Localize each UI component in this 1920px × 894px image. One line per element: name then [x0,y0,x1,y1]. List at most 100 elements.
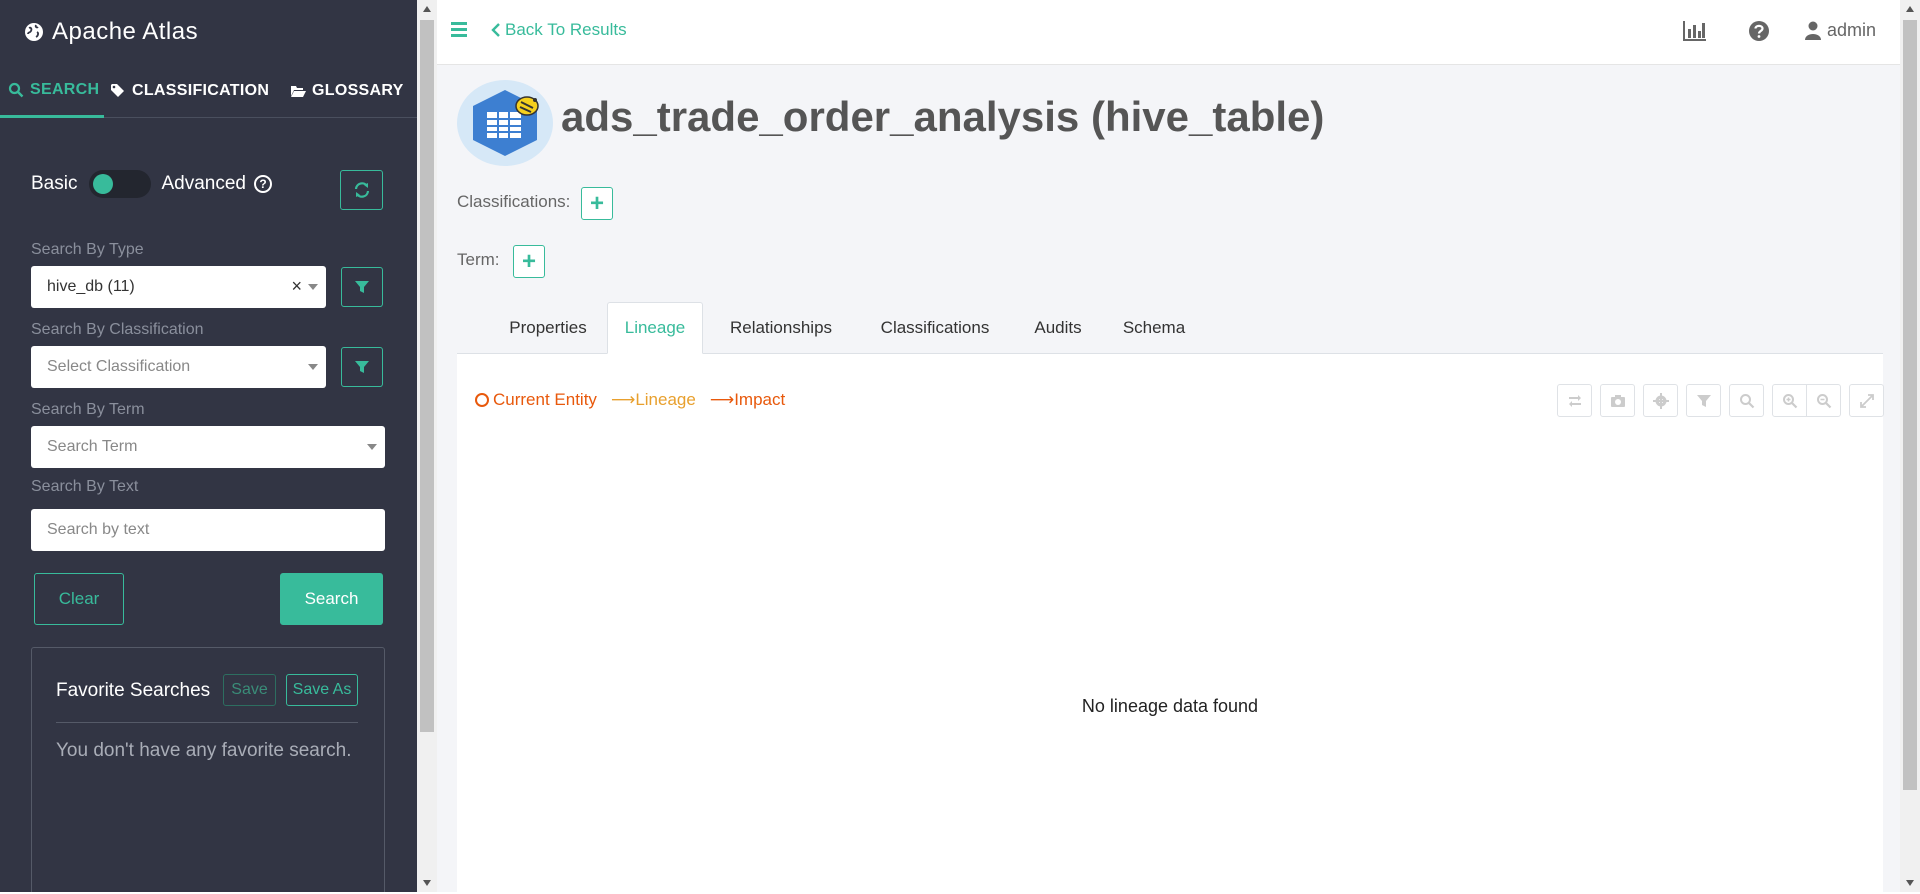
tab-properties[interactable]: Properties [493,302,603,354]
fullscreen-button[interactable] [1849,384,1884,417]
add-term-button[interactable]: + [513,245,545,278]
statistics-button[interactable] [1683,20,1707,47]
term-select[interactable]: Search Term [31,426,385,468]
expand-icon [1859,393,1874,408]
app-title: Apache Atlas [52,18,199,45]
lineage-settings-button[interactable] [1643,384,1678,417]
scroll-down-icon[interactable] [423,880,431,886]
scrollbar-thumb[interactable] [1903,20,1917,790]
chevron-down-icon [367,444,377,450]
tab-audits[interactable]: Audits [1013,302,1103,354]
legend-impact: ⟶Impact [710,390,785,410]
tag-icon [111,84,124,97]
tab-search-label: SEARCH [30,80,100,98]
user-icon [1805,21,1821,40]
user-menu[interactable]: admin [1805,20,1876,41]
tab-search[interactable]: SEARCH [0,64,104,118]
search-text-placeholder: Search by text [47,521,150,538]
filter-icon [355,281,369,293]
chevron-left-icon [491,23,500,37]
type-label: Search By Type [31,241,144,258]
plus-icon: + [521,247,536,275]
zoom-out-button[interactable] [1806,384,1841,417]
camera-icon [1610,394,1625,407]
favorite-searches-panel: Favorite Searches Save Save As You don't… [31,647,385,892]
mode-switch[interactable] [89,170,152,198]
lineage-legend: Current Entity ⟶Lineage ⟶Impact [475,390,785,410]
sidebar-nav: SEARCH CLASSIFICATION GLOSSARY [0,64,417,118]
tab-lineage[interactable]: Lineage [607,302,703,354]
legend-current-entity: Current Entity [475,390,597,410]
sidebar: Apache Atlas SEARCH CLASSIFICATION GLOSS… [0,0,417,892]
no-lineage-message: No lineage data found [1081,696,1259,716]
lineage-filter-button[interactable] [1686,384,1721,417]
clear-icon[interactable]: × [291,276,302,297]
zoom-in-button[interactable] [1772,384,1807,417]
search-text-input[interactable]: Search by text [31,509,385,551]
globe-icon [25,23,43,41]
help-button[interactable] [1747,20,1771,47]
save-as-favorite-button[interactable]: Save As [286,674,358,706]
search-button[interactable]: Search [280,573,383,625]
back-link-label: Back To Results [505,20,627,39]
zoom-out-icon [1816,393,1831,408]
scroll-down-icon[interactable] [1906,880,1914,886]
favorite-searches-title: Favorite Searches [56,680,211,701]
term-placeholder: Search Term [47,438,138,455]
classification-label: Search By Classification [31,321,204,338]
entity-title: ads_trade_order_analysis (hive_table) [561,93,1325,140]
tab-classifications[interactable]: Classifications [861,302,1009,354]
type-select[interactable]: hive_db (11) × [31,266,326,308]
tab-glossary[interactable]: GLOSSARY [290,64,404,118]
menu-toggle-icon[interactable] [451,22,467,40]
question-circle-icon[interactable]: ? [253,175,272,193]
classification-select[interactable]: Select Classification [31,346,326,388]
export-lineage-button[interactable] [1600,384,1635,417]
scrollbar-thumb[interactable] [420,20,434,732]
chevron-down-icon [308,284,318,290]
search-icon [1739,393,1754,408]
arrow-right-icon: ⟶ [610,390,636,409]
add-classification-button[interactable]: + [581,187,613,220]
reset-lineage-button[interactable] [1557,384,1592,417]
term-label: Search By Term [31,401,145,418]
bar-chart-icon [1683,21,1706,41]
folder-open-icon [291,86,306,97]
type-filter-button[interactable] [341,267,383,307]
brand[interactable]: Apache Atlas [24,18,198,46]
clear-button[interactable]: Clear [34,573,124,625]
search-icon [8,82,24,97]
scroll-up-icon[interactable] [423,6,431,12]
lineage-search-button[interactable] [1729,384,1764,417]
zoom-in-icon [1782,393,1797,408]
retweet-icon [1568,394,1581,407]
chevron-down-icon [308,364,318,370]
favorites-empty-message: You don't have any favorite search. [56,740,352,761]
lineage-panel: Current Entity ⟶Lineage ⟶Impact No linea… [457,354,1884,894]
page-scrollbar[interactable] [1900,0,1920,892]
entity-detail: ads_trade_order_analysis (hive_table) Cl… [437,65,1900,894]
divider [56,722,358,723]
plus-icon: + [589,189,604,217]
tab-relationships[interactable]: Relationships [707,302,855,354]
refresh-icon [354,182,369,198]
legend-lineage-label: Lineage [635,390,696,409]
classifications-label: Classifications: [457,192,571,211]
refresh-button[interactable] [340,170,383,210]
circle-icon [475,393,489,407]
text-label: Search By Text [31,478,139,495]
scroll-up-icon[interactable] [1906,6,1914,12]
tab-schema[interactable]: Schema [1109,302,1199,354]
save-favorite-button[interactable]: Save [223,674,276,706]
gear-icon [1652,392,1669,409]
entity-tabs: Properties Lineage Relationships Classif… [457,302,1883,354]
classification-filter-button[interactable] [341,347,383,387]
back-to-results-link[interactable]: Back To Results [491,20,627,40]
top-bar: Back To Results admin [437,0,1900,65]
lineage-toolbar [1557,384,1884,417]
sidebar-scrollbar[interactable] [417,0,437,892]
term-label: Term: [457,250,500,269]
tab-classification[interactable]: CLASSIFICATION [110,64,269,118]
hive-table-icon [457,80,553,166]
toggle-basic-label: Basic [31,173,78,194]
